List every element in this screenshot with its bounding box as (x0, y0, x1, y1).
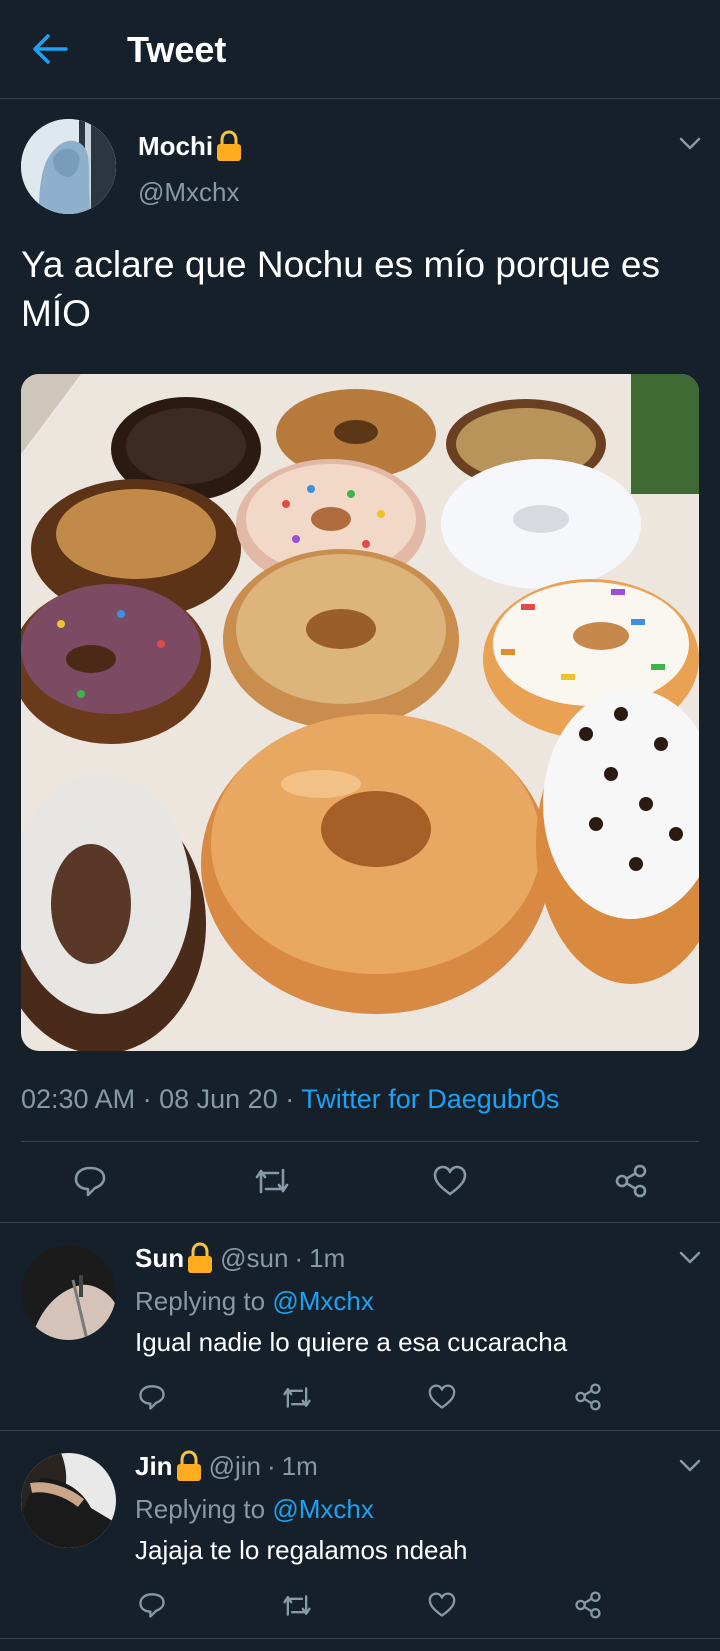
divider (0, 1430, 720, 1431)
retweet-icon (255, 1168, 289, 1194)
author-name[interactable]: Mochi (138, 130, 243, 162)
reply-header: Jin @jin · 1m (135, 1450, 318, 1482)
tweet-meta: 02:30 AM · 08 Jun 20 · Twitter for Daegu… (21, 1082, 559, 1116)
top-bar: Tweet (0, 0, 720, 99)
back-arrow-icon[interactable] (30, 31, 70, 67)
retweet-button[interactable] (282, 1385, 312, 1410)
tweet-time: 02:30 AM (21, 1084, 136, 1114)
tweet-text: Ya aclare que Nochu es mío porque es MÍO (21, 244, 660, 334)
reply-button[interactable] (138, 1591, 166, 1619)
reply-button[interactable] (73, 1164, 107, 1198)
share-button[interactable] (614, 1164, 648, 1198)
reply-author-name[interactable]: Sun (135, 1242, 184, 1274)
like-button[interactable] (428, 1592, 456, 1618)
divider (21, 1141, 699, 1142)
reply-text: Jajaja te lo regalamos ndeah (135, 1535, 468, 1565)
reply-icon (139, 1385, 165, 1410)
author-avatar[interactable] (21, 119, 116, 214)
like-button[interactable] (433, 1165, 467, 1197)
share-icon (575, 1383, 601, 1411)
lock-icon (186, 1242, 214, 1274)
reply-author-handle[interactable]: @jin (209, 1450, 261, 1482)
meta-separator: · (142, 1084, 152, 1114)
share-icon (615, 1164, 647, 1198)
replying-to-mention[interactable]: @Mxchx (272, 1286, 374, 1316)
lock-icon (215, 130, 243, 162)
tweet-source-link[interactable]: Twitter for Daegubr0s (301, 1084, 559, 1114)
retweet-button[interactable] (282, 1593, 312, 1618)
reply-separator: · (266, 1451, 276, 1481)
retweet-icon (283, 1595, 311, 1616)
reply-icon (139, 1593, 165, 1618)
reply-time: 1m (309, 1243, 346, 1273)
retweet-icon (283, 1387, 311, 1408)
replying-to-prefix: Replying to (135, 1494, 273, 1524)
author-handle[interactable]: @Mxchx (138, 176, 240, 208)
tweet-date: 08 Jun 20 (159, 1084, 278, 1114)
replying-to-mention[interactable]: @Mxchx (272, 1494, 374, 1524)
reply-button[interactable] (138, 1383, 166, 1411)
author-name-text: Mochi (138, 131, 214, 161)
lock-icon (175, 1450, 203, 1482)
page-title: Tweet (127, 29, 227, 70)
reply-avatar[interactable] (21, 1453, 116, 1548)
heart-icon (428, 1592, 456, 1617)
reply-menu-chevron-down-icon[interactable] (678, 1250, 702, 1266)
retweet-button[interactable] (254, 1166, 290, 1196)
share-button[interactable] (574, 1383, 602, 1411)
share-button[interactable] (574, 1591, 602, 1619)
reply-author-name[interactable]: Jin (135, 1450, 173, 1482)
divider (0, 1638, 720, 1639)
reply-avatar[interactable] (21, 1245, 116, 1340)
replying-to: Replying to @Mxchx (135, 1493, 374, 1525)
divider (0, 1222, 720, 1223)
replying-to-prefix: Replying to (135, 1286, 273, 1316)
reply-text: Igual nadie lo quiere a esa cucaracha (135, 1327, 568, 1357)
tweet-media-image[interactable] (21, 374, 699, 1051)
heart-icon (433, 1165, 467, 1196)
reply-icon (74, 1166, 106, 1197)
reply-separator: · (294, 1243, 304, 1273)
reply-header: Sun @sun · 1m (135, 1242, 345, 1274)
like-button[interactable] (428, 1384, 456, 1410)
reply-author-handle[interactable]: @sun (220, 1242, 288, 1274)
tweet-menu-chevron-down-icon[interactable] (678, 136, 702, 152)
replying-to: Replying to @Mxchx (135, 1285, 374, 1317)
share-icon (575, 1591, 601, 1619)
heart-icon (428, 1384, 456, 1409)
reply-time: 1m (281, 1451, 318, 1481)
reply-menu-chevron-down-icon[interactable] (678, 1458, 702, 1474)
meta-separator: · (285, 1084, 295, 1114)
